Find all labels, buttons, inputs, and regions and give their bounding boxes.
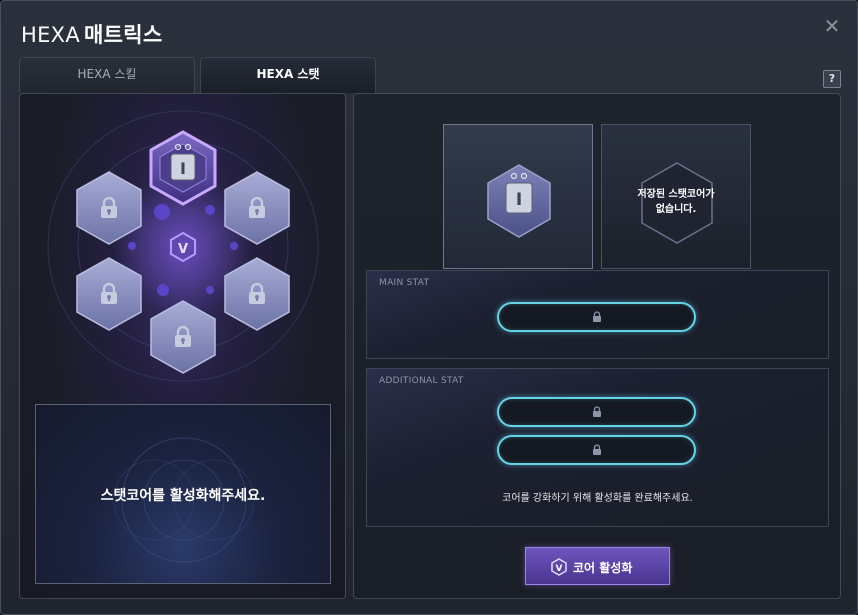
window-title: HEXA 매트릭스 xyxy=(21,19,163,49)
svg-text:I: I xyxy=(516,190,522,210)
close-button[interactable]: ✕ xyxy=(821,15,843,37)
main-stat-box: MAIN STAT xyxy=(366,270,829,359)
additional-stat-slot-1[interactable] xyxy=(497,397,696,427)
main-stat-label: MAIN STAT xyxy=(379,278,430,288)
additional-stat-box: ADDITIONAL STAT 코어를 강화하기 위해 활성화를 완료해주세요. xyxy=(366,368,829,527)
hexa-emblem-icon: V xyxy=(551,558,567,576)
lock-icon xyxy=(593,444,601,455)
current-core-slot[interactable]: I xyxy=(443,124,593,269)
window-title-en: HEXA xyxy=(21,23,81,47)
additional-stat-label: ADDITIONAL STAT xyxy=(379,376,464,386)
activate-core-button[interactable]: V 코어 활성화 xyxy=(525,547,670,585)
tab-hexa-stat[interactable]: HEXA 스탯 xyxy=(200,57,376,93)
hexa-matrix-window: HEXA 매트릭스 ✕ ? HEXA 스킬 HEXA 스탯 I V 스탯코어를 … xyxy=(0,0,858,615)
tab-hexa-skill[interactable]: HEXA 스킬 xyxy=(19,57,195,93)
saved-core-empty-text: 저장된 스탯코어가 없습니다. xyxy=(602,187,750,217)
saved-core-empty-line2: 없습니다. xyxy=(655,204,697,215)
svg-text:I: I xyxy=(180,159,186,178)
window-title-ko: 매트릭스 xyxy=(84,23,163,47)
lock-icon xyxy=(593,311,601,322)
activation-message: 스탯코어를 활성화해주세요. xyxy=(100,488,266,504)
main-stat-slot[interactable] xyxy=(497,302,696,332)
current-core-hex: I xyxy=(487,164,551,238)
saved-core-empty-line1: 저장된 스탯코어가 xyxy=(637,189,715,200)
svg-text:V: V xyxy=(556,564,563,574)
lock-icon xyxy=(593,406,601,417)
matrix-panel: I V 스탯코어를 활성화해주세요. xyxy=(19,93,346,599)
activate-core-label: 코어 활성화 xyxy=(573,561,633,575)
hexa-matrix-board: I V xyxy=(47,110,319,382)
svg-text:V: V xyxy=(178,242,188,257)
additional-stat-slot-2[interactable] xyxy=(497,435,696,465)
saved-core-slot[interactable]: 저장된 스탯코어가 없습니다. xyxy=(601,124,751,269)
activation-info-box: 스탯코어를 활성화해주세요. xyxy=(35,404,331,584)
enhance-hint: 코어를 강화하기 위해 활성화를 완료해주세요. xyxy=(502,493,693,504)
help-button[interactable]: ? xyxy=(823,70,841,88)
stat-core-panel: I 저장된 스탯코어가 없습니다. MAIN STAT ADDITIONAL S… xyxy=(353,93,841,599)
